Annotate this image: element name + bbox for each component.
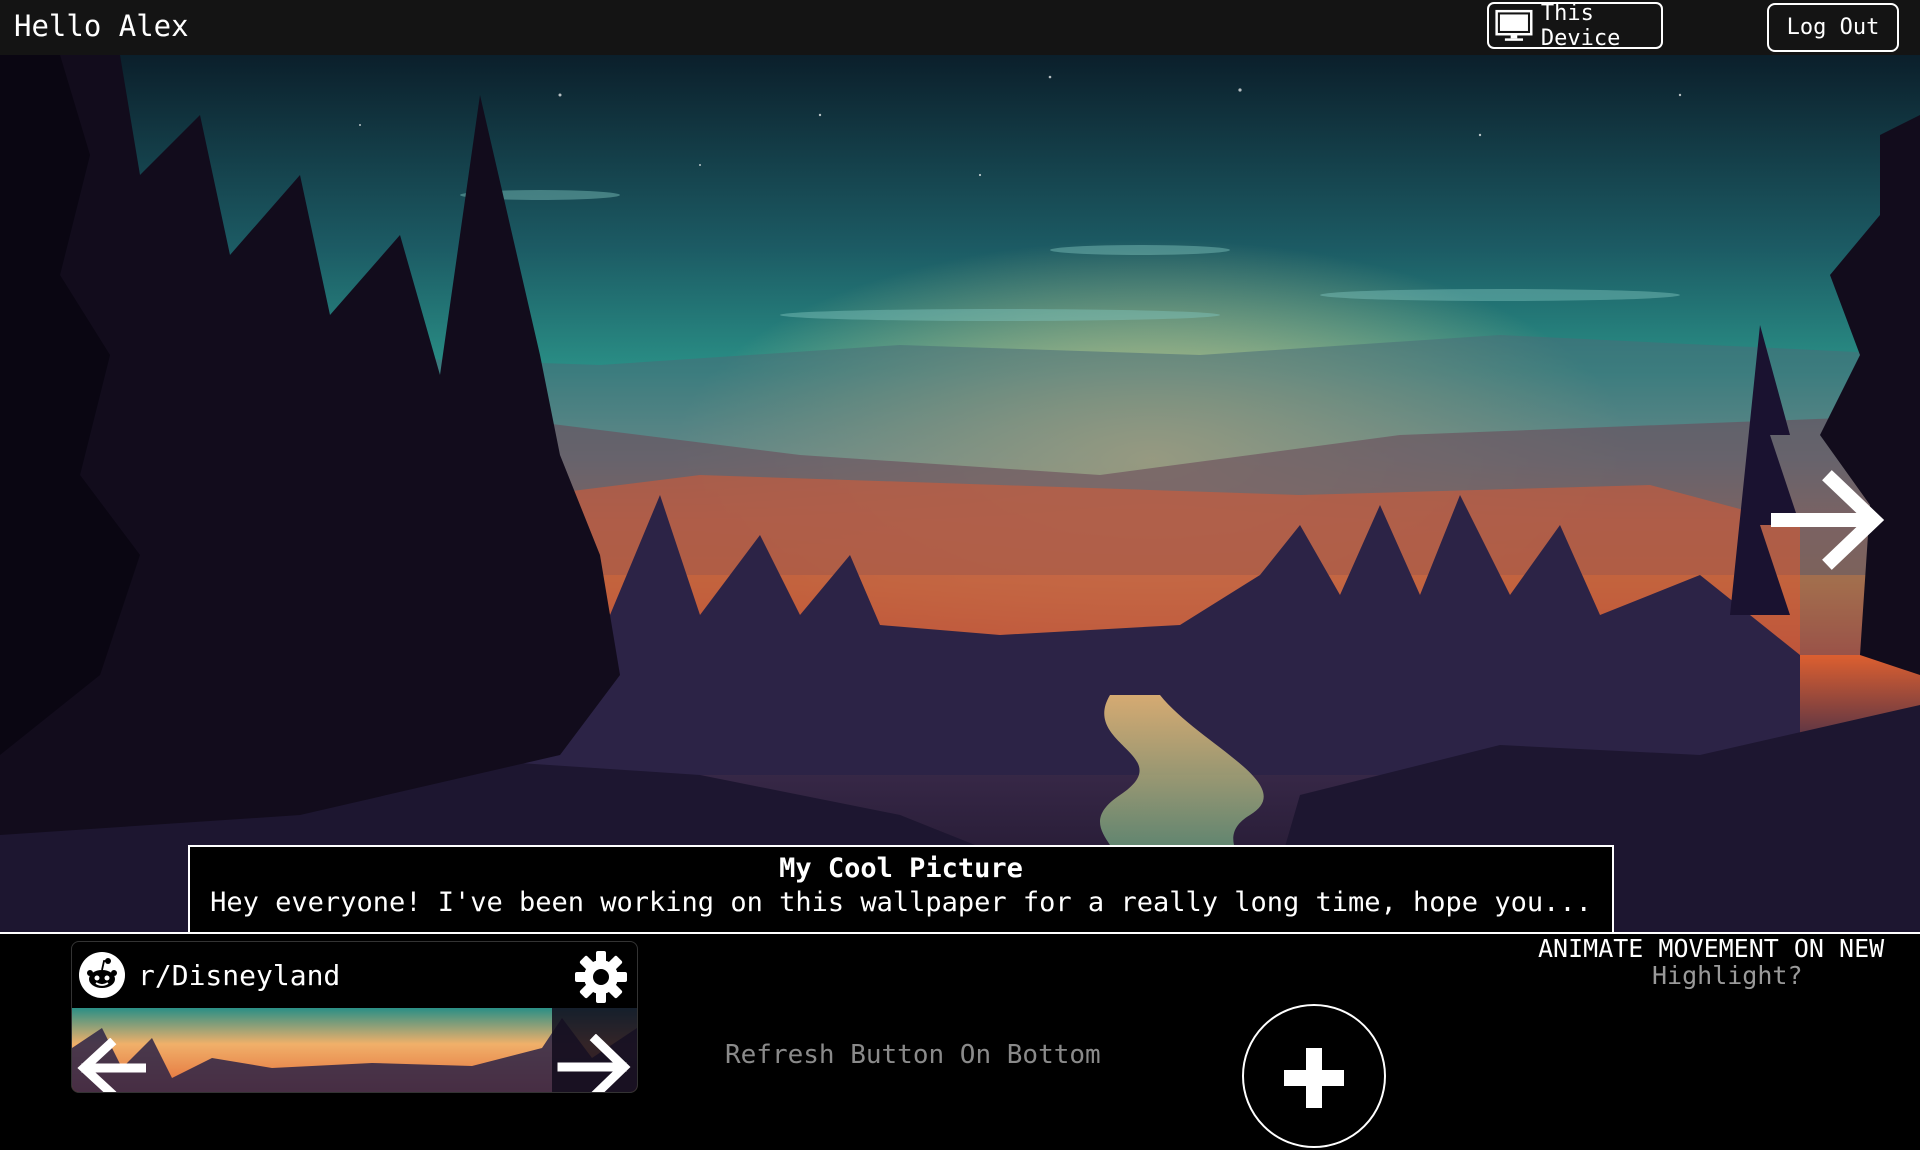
arrow-left-icon[interactable] <box>76 1038 146 1093</box>
subreddit-card[interactable]: r/Disneyland <box>71 941 638 1093</box>
arrow-right-icon[interactable] <box>1770 460 1890 580</box>
this-device-button[interactable]: This Device <box>1487 0 1663 51</box>
top-bar: Hello Alex This Device Log Out <box>0 0 1920 55</box>
post-description: Hey everyone! I've been working on this … <box>210 887 1592 918</box>
reddit-icon <box>79 952 125 998</box>
animate-movement-label: ANIMATE MOVEMENT ON NEW <box>1538 934 1885 963</box>
gear-icon[interactable] <box>573 949 629 1005</box>
greeting-text: Hello Alex <box>14 9 189 43</box>
add-button[interactable] <box>1242 1004 1386 1148</box>
plus-icon <box>1284 1048 1344 1108</box>
subreddit-thumbnail <box>72 1008 637 1092</box>
wallpaper-image <box>0 55 1920 933</box>
highlight-toggle[interactable]: Highlight? <box>1652 961 1803 990</box>
monitor-icon <box>1495 9 1533 41</box>
post-title: My Cool Picture <box>779 853 1023 884</box>
arrow-right-icon[interactable] <box>556 1034 636 1093</box>
log-out-label: Log Out <box>1786 15 1880 40</box>
this-device-label: This Device <box>1540 0 1621 51</box>
log-out-button[interactable]: Log Out <box>1767 3 1899 52</box>
post-caption: My Cool Picture Hey everyone! I've been … <box>188 845 1614 933</box>
refresh-hint-text: Refresh Button On Bottom <box>725 1040 1101 1070</box>
subreddit-card-header: r/Disneyland <box>72 942 637 1008</box>
landscape-illustration <box>0 55 1920 933</box>
subreddit-name: r/Disneyland <box>138 958 341 992</box>
